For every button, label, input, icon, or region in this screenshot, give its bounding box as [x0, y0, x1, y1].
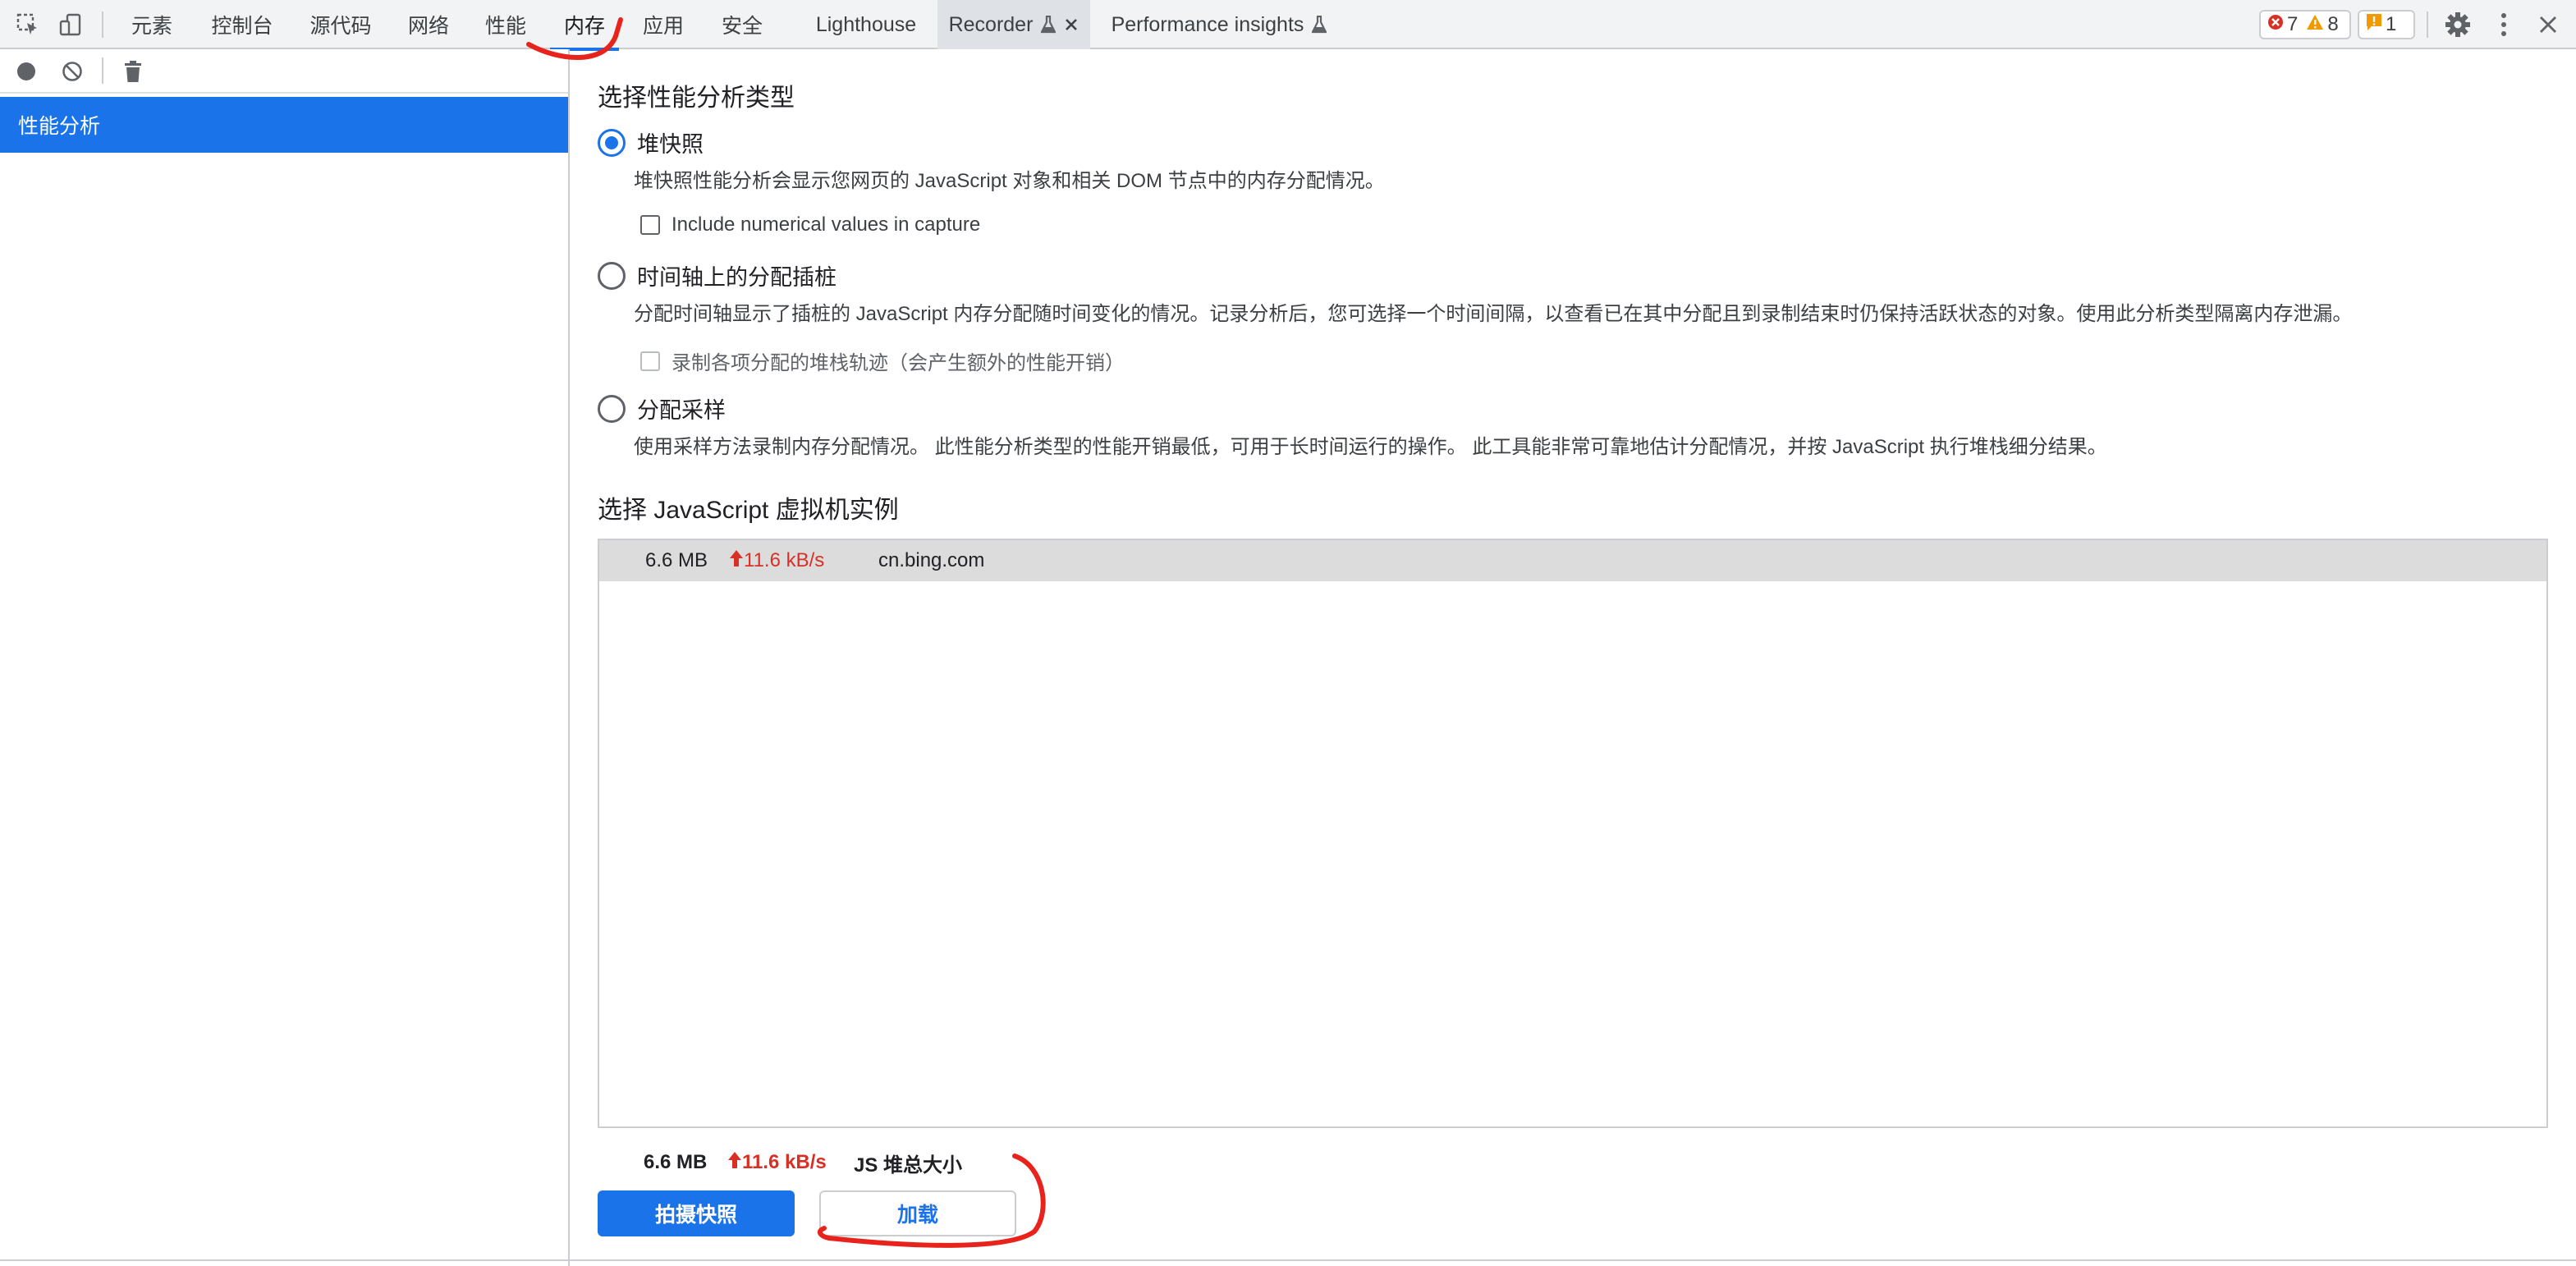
- issue-icon: [2366, 13, 2382, 37]
- include-numerical-values-option[interactable]: Include numerical values in capture: [640, 213, 980, 236]
- tab-application[interactable]: 应用: [629, 0, 698, 49]
- tab-label: Lighthouse: [815, 12, 917, 36]
- vm-host: cn.bing.com: [878, 549, 985, 571]
- tab-security[interactable]: 安全: [708, 0, 777, 49]
- option-label: 堆快照: [637, 132, 704, 157]
- tab-label: 性能: [484, 15, 526, 38]
- record-stack-traces-option[interactable]: 录制各项分配的堆栈轨迹（会产生额外的性能开销）: [640, 346, 1125, 375]
- sidebar-toolbar: [0, 49, 568, 94]
- radio-allocation-timeline[interactable]: [598, 261, 626, 290]
- memory-panel: 选择性能分析类型 堆快照 堆快照性能分析会显示您网页的 JavaScript 对…: [571, 49, 2576, 1266]
- error-count: 7: [2287, 13, 2299, 35]
- heap-snapshot-description: 堆快照性能分析会显示您网页的 JavaScript 对象和相关 DOM 节点中的…: [634, 170, 1385, 192]
- issue-count: 1: [2386, 13, 2397, 35]
- tab-label: Performance insights: [1111, 12, 1304, 36]
- summary-rate-value: 11.6 kB/s: [742, 1151, 827, 1173]
- option-label: 时间轴上的分配插桩: [637, 265, 837, 290]
- device-toolbar-icon[interactable]: [53, 7, 89, 43]
- console-counts-badge[interactable]: 7 8: [2259, 10, 2351, 39]
- toolbar-separator: [102, 57, 103, 84]
- experiment-flask-icon: [1041, 16, 1057, 34]
- tab-label: 安全: [721, 15, 763, 38]
- vm-heap-size: 6.6 MB: [645, 549, 708, 571]
- close-devtools-icon[interactable]: [2530, 7, 2566, 43]
- option-label: 分配采样: [637, 398, 726, 423]
- tab-label: 元素: [131, 15, 172, 38]
- tab-lighthouse[interactable]: Lighthouse: [801, 0, 931, 49]
- garbage-collect-icon[interactable]: [115, 53, 151, 89]
- sidebar-item-label: 性能分析: [18, 115, 101, 138]
- allocation-sampling-description: 使用采样方法录制内存分配情况。 此性能分析类型的性能开销最低，可用于长时间运行的…: [634, 436, 2107, 458]
- tab-performance[interactable]: 性能: [471, 0, 540, 49]
- take-snapshot-button[interactable]: 拍摄快照: [598, 1190, 795, 1236]
- arrow-up-icon: [729, 549, 744, 573]
- tab-label: 应用: [642, 15, 684, 38]
- bottom-border: [0, 1259, 2576, 1261]
- arrow-up-icon: [727, 1151, 742, 1175]
- vm-instance-title: 选择 JavaScript 虚拟机实例: [598, 497, 899, 524]
- tab-recorder[interactable]: Recorder: [937, 0, 1090, 49]
- tab-label: 控制台: [211, 15, 273, 38]
- settings-gear-icon[interactable]: [2440, 7, 2476, 43]
- radio-heap-snapshot[interactable]: [598, 128, 626, 157]
- toolbar-separator: [2427, 11, 2428, 38]
- close-tab-icon[interactable]: [1064, 17, 1079, 32]
- tab-performance-insights[interactable]: Performance insights: [1100, 0, 1338, 49]
- vm-instance-list[interactable]: 6.6 MB 11.6 kB/s cn.bing.com: [598, 539, 2548, 1128]
- tab-label: 内存: [563, 15, 605, 38]
- radio-allocation-sampling[interactable]: [598, 394, 626, 423]
- sidebar-item-profiles[interactable]: 性能分析: [0, 97, 568, 153]
- tab-memory[interactable]: 内存: [550, 0, 619, 51]
- option-heap-snapshot[interactable]: 堆快照: [598, 126, 704, 158]
- tab-label: Recorder: [948, 12, 1034, 36]
- record-stack-traces-checkbox[interactable]: [640, 351, 660, 371]
- issues-badge[interactable]: 1: [2358, 10, 2415, 39]
- more-vertical-icon[interactable]: [2486, 7, 2522, 43]
- error-icon: [2267, 13, 2284, 36]
- tab-network[interactable]: 网络: [394, 0, 463, 49]
- tab-console[interactable]: 控制台: [197, 0, 287, 49]
- profiles-sidebar: 性能分析: [0, 49, 570, 1266]
- toolbar-separator: [102, 11, 103, 38]
- option-allocation-sampling[interactable]: 分配采样: [598, 392, 726, 424]
- devtools-tab-bar: 元素 控制台 源代码 网络 性能 内存 应用 安全 Lighthouse Rec…: [0, 0, 2576, 51]
- vm-heap-rate: 11.6 kB/s: [729, 549, 824, 573]
- tab-label: 源代码: [309, 15, 372, 38]
- checkbox-label: 录制各项分配的堆栈轨迹（会产生额外的性能开销）: [672, 352, 1125, 374]
- summary-label: JS 堆总大小: [854, 1154, 963, 1177]
- record-icon[interactable]: [8, 53, 44, 89]
- vm-rate-value: 11.6 kB/s: [744, 549, 825, 571]
- load-button[interactable]: 加载: [819, 1190, 1016, 1236]
- summary-heap-size: 6.6 MB: [644, 1151, 708, 1173]
- tab-sources[interactable]: 源代码: [296, 0, 386, 49]
- option-allocation-timeline[interactable]: 时间轴上的分配插桩: [598, 259, 837, 291]
- tab-elements[interactable]: 元素: [117, 0, 187, 49]
- experiment-flask-icon: [1312, 16, 1327, 34]
- clear-icon[interactable]: [54, 53, 90, 89]
- tab-label: 网络: [407, 15, 449, 38]
- js-heap-summary: 6.6 MB: [644, 1146, 707, 1179]
- profile-type-title: 选择性能分析类型: [598, 85, 795, 112]
- include-numerical-values-checkbox[interactable]: [640, 215, 660, 235]
- summary-heap-rate: 11.6 kB/s: [727, 1146, 827, 1179]
- allocation-timeline-description: 分配时间轴显示了插桩的 JavaScript 内存分配随时间变化的情况。记录分析…: [634, 303, 2353, 325]
- warning-icon: [2306, 13, 2324, 36]
- vm-instance-row[interactable]: 6.6 MB 11.6 kB/s cn.bing.com: [599, 540, 2546, 581]
- checkbox-label: Include numerical values in capture: [672, 213, 981, 236]
- inspect-element-icon[interactable]: [10, 7, 46, 43]
- warning-count: 8: [2327, 13, 2339, 35]
